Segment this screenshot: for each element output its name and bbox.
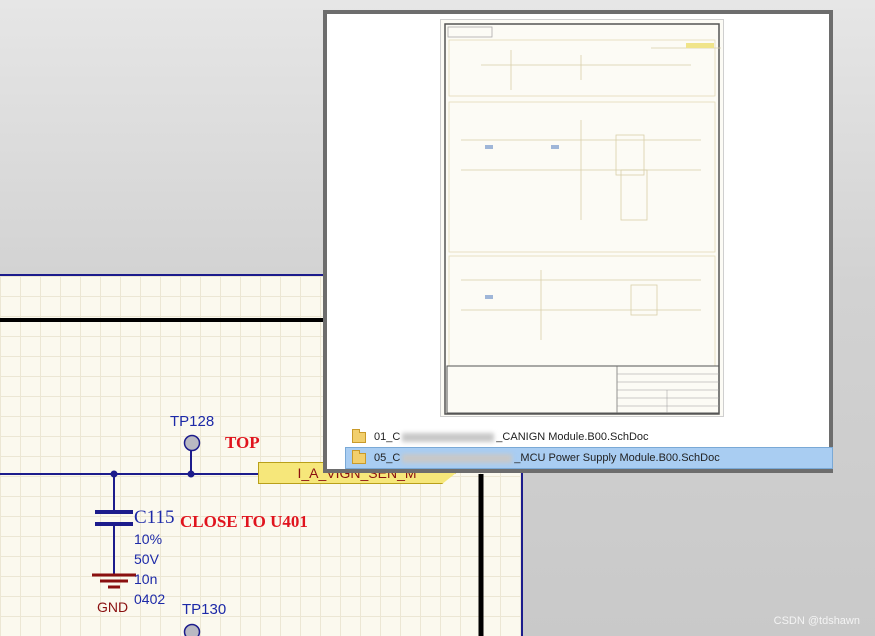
file-name-prefix: 01_C — [374, 431, 401, 443]
file-item-canign[interactable]: 01_C _CANIGN Module.B00.SchDoc — [346, 426, 832, 448]
redacted-text — [402, 432, 495, 442]
tp130-test-point[interactable] — [183, 623, 201, 636]
capacitor-voltage: 50V — [134, 551, 159, 567]
tp128-label: TP128 — [170, 413, 215, 430]
watermark: CSDN @tdshawn — [773, 615, 860, 627]
tp130-label: TP130 — [182, 601, 227, 618]
capacitor-value: 10n — [134, 571, 158, 587]
schematic-thumbnail — [440, 19, 724, 417]
schdoc-folder-icon — [352, 428, 366, 443]
file-name-suffix: _CANIGN Module.B00.SchDoc — [496, 431, 649, 443]
schdoc-folder-icon — [352, 449, 366, 464]
capacitor-package: 0402 — [134, 591, 166, 607]
file-name-suffix: _MCU Power Supply Module.B00.SchDoc — [514, 452, 720, 464]
close-to-note: CLOSE TO U401 — [180, 512, 308, 531]
redacted-text — [402, 453, 513, 463]
file-item-mcu-power[interactable]: 05_C _MCU Power Supply Module.B00.SchDoc — [345, 447, 833, 469]
thumbnail-drawing — [444, 23, 721, 415]
capacitor-designator[interactable]: C115 — [134, 508, 174, 527]
file-name-prefix: 05_C — [374, 452, 401, 464]
gnd-label: GND — [97, 599, 129, 615]
tp128-test-point[interactable] — [183, 434, 201, 452]
top-note: TOP — [225, 433, 260, 452]
capacitor-tolerance: 10% — [134, 531, 163, 547]
document-preview-popup[interactable]: 01_C _CANIGN Module.B00.SchDoc 05_C _MCU… — [323, 10, 833, 473]
